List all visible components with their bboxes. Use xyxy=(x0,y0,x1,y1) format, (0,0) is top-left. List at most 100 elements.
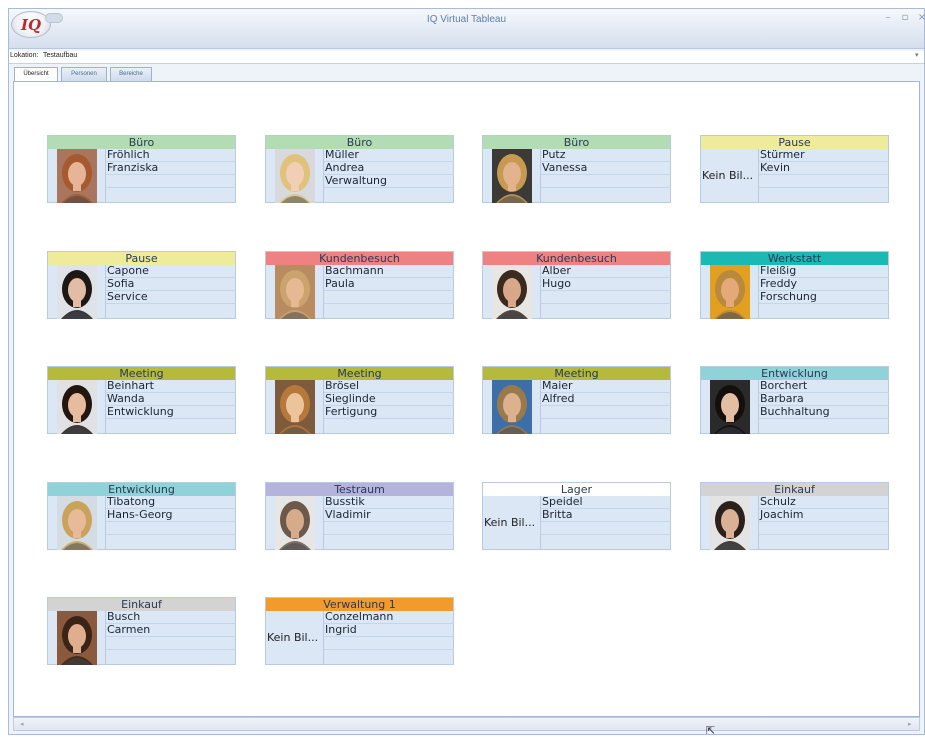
title-bar: IQ IQ Virtual Tableau – ▫ × xyxy=(9,9,925,49)
person-card[interactable]: Kundenbesuch Bachmann Paula xyxy=(265,251,454,319)
department xyxy=(106,637,236,650)
last-name: Tibatong xyxy=(106,496,236,509)
person-card[interactable]: Einkauf Busch Carmen xyxy=(47,597,236,665)
maximize-button[interactable]: ▫ xyxy=(898,12,912,24)
person-card[interactable]: Büro Putz Vanessa xyxy=(482,135,671,203)
person-card[interactable]: Meeting Brösel Sieglinde Fertigung xyxy=(265,366,454,434)
person-info: Brösel Sieglinde Fertigung xyxy=(323,380,454,434)
person-card[interactable]: Büro Fröhlich Franziska xyxy=(47,135,236,203)
person-info: Capone Sofia Service xyxy=(105,265,236,319)
person-info: Alber Hugo xyxy=(540,265,671,319)
department xyxy=(106,522,236,535)
person-photo xyxy=(57,496,97,550)
extra-line xyxy=(324,535,454,548)
person-card[interactable]: Pause Capone Sofia Service xyxy=(47,251,236,319)
last-name: Stürmer xyxy=(759,149,889,162)
first-name: Carmen xyxy=(106,624,236,637)
horizontal-scrollbar[interactable]: ◂ ▸ xyxy=(13,717,920,731)
person-photo xyxy=(275,149,315,203)
last-name: Beinhart xyxy=(106,380,236,393)
extra-line xyxy=(759,535,889,548)
location-bar: Lokation: Testaufbau ▾ xyxy=(9,51,924,64)
department xyxy=(324,637,454,650)
person-card[interactable]: Werkstatt Fleißig Freddy Forschung xyxy=(700,251,889,319)
person-info: Bachmann Paula xyxy=(323,265,454,319)
minimize-button[interactable]: – xyxy=(881,12,895,24)
last-name: Busch xyxy=(106,611,236,624)
last-name: Müller xyxy=(324,149,454,162)
person-card[interactable]: Verwaltung 1 Kein Bil... Conzelmann Ingrid xyxy=(265,597,454,665)
no-photo-label: Kein Bil... xyxy=(702,169,754,182)
person-card[interactable]: Entwicklung Borchert Barbara Buchhaltung xyxy=(700,366,889,434)
first-name: Wanda xyxy=(106,393,236,406)
department xyxy=(759,175,889,188)
last-name: Brösel xyxy=(324,380,454,393)
extra-line xyxy=(324,419,454,432)
extra-line xyxy=(106,188,236,201)
person-photo xyxy=(275,496,315,550)
first-name: Britta xyxy=(541,509,671,522)
area-header: Meeting xyxy=(266,367,453,380)
person-card[interactable]: Entwicklung Tibatong Hans-Georg xyxy=(47,482,236,550)
person-info: Müller Andrea Verwaltung xyxy=(323,149,454,203)
last-name: Fleißig xyxy=(759,265,889,278)
area-header: Verwaltung 1 xyxy=(266,598,453,611)
department: Buchhaltung xyxy=(759,406,889,419)
person-card[interactable]: Lager Kein Bil... Speidel Britta xyxy=(482,482,671,550)
person-card[interactable]: Büro Müller Andrea Verwaltung xyxy=(265,135,454,203)
person-photo xyxy=(710,265,750,319)
scroll-left-icon[interactable]: ◂ xyxy=(20,718,24,730)
person-info: Busstik Vladimir xyxy=(323,496,454,550)
scroll-right-icon[interactable]: ▸ xyxy=(908,718,912,730)
first-name: Freddy xyxy=(759,278,889,291)
person-info: Conzelmann Ingrid xyxy=(323,611,454,665)
last-name: Putz xyxy=(541,149,671,162)
area-header: Büro xyxy=(266,136,453,149)
area-header: Entwicklung xyxy=(48,483,235,496)
area-header: Meeting xyxy=(48,367,235,380)
first-name: Paula xyxy=(324,278,454,291)
person-photo xyxy=(710,380,750,434)
tab-overview[interactable]: Übersicht xyxy=(14,67,58,82)
person-card[interactable]: Meeting Beinhart Wanda Entwicklung xyxy=(47,366,236,434)
person-card[interactable]: Kundenbesuch Alber Hugo xyxy=(482,251,671,319)
mouse-cursor-icon: ⇱ xyxy=(706,724,716,737)
person-info: Stürmer Kevin xyxy=(758,149,889,203)
department xyxy=(324,291,454,304)
first-name: Vanessa xyxy=(541,162,671,175)
department: Verwaltung xyxy=(324,175,454,188)
person-info: Fleißig Freddy Forschung xyxy=(758,265,889,319)
person-card[interactable]: Pause Kein Bil... Stürmer Kevin xyxy=(700,135,889,203)
department xyxy=(541,522,671,535)
area-header: Büro xyxy=(483,136,670,149)
last-name: Fröhlich xyxy=(106,149,236,162)
person-photo xyxy=(710,496,750,550)
department: Fertigung xyxy=(324,406,454,419)
person-card[interactable]: Meeting Maier Alfred xyxy=(482,366,671,434)
person-photo xyxy=(275,265,315,319)
extra-line xyxy=(106,535,236,548)
person-info: Beinhart Wanda Entwicklung xyxy=(105,380,236,434)
person-card[interactable]: Testraum Busstik Vladimir xyxy=(265,482,454,550)
tab-areas[interactable]: Bereiche xyxy=(110,67,152,81)
first-name: Sofia xyxy=(106,278,236,291)
person-card[interactable]: Einkauf Schulz Joachim xyxy=(700,482,889,550)
extra-line xyxy=(324,188,454,201)
location-label: Lokation: xyxy=(10,52,39,59)
close-button[interactable]: × xyxy=(915,12,925,24)
area-header: Testraum xyxy=(266,483,453,496)
department xyxy=(541,175,671,188)
person-photo xyxy=(57,265,97,319)
department xyxy=(759,522,889,535)
app-window: IQ IQ Virtual Tableau – ▫ × Lokation: Te… xyxy=(8,8,925,735)
chevron-down-icon[interactable]: ▾ xyxy=(915,51,919,59)
last-name: Speidel xyxy=(541,496,671,509)
area-header: Pause xyxy=(701,136,888,149)
person-photo xyxy=(57,380,97,434)
department xyxy=(106,175,236,188)
first-name: Franziska xyxy=(106,162,236,175)
tab-persons[interactable]: Personen xyxy=(61,67,107,81)
location-select[interactable]: Testaufbau xyxy=(43,52,77,59)
extra-line xyxy=(541,535,671,548)
person-photo xyxy=(492,265,532,319)
